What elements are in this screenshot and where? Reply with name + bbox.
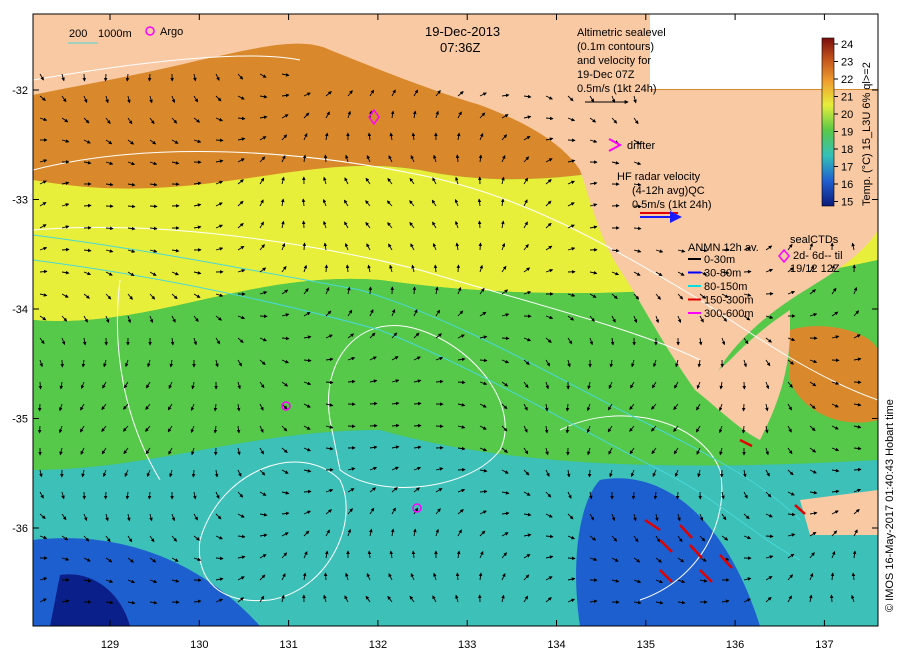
lon-tick-label: 133 xyxy=(458,639,476,651)
argo-legend-label: Argo xyxy=(160,26,183,38)
velocity-arrow xyxy=(478,242,483,251)
depth-200-label: 200 xyxy=(69,28,87,40)
hf-radar-line-1: HF radar velocity xyxy=(617,171,701,183)
colorbar-tick-label: 15 xyxy=(841,197,853,209)
lon-tick-label: 129 xyxy=(101,639,119,651)
velocity-arrow xyxy=(303,489,312,494)
hf-radar-line-2: (4-12h avg)QC xyxy=(632,185,705,197)
anmn-legend-label: 300-600m xyxy=(704,308,754,320)
velocity-arrow xyxy=(302,242,307,251)
depth-1000-label: 1000m xyxy=(98,28,132,40)
lat-tick-label: -33 xyxy=(12,195,28,207)
velocity-arrow xyxy=(853,467,862,472)
colorbar-tick-label: 16 xyxy=(841,179,853,191)
velocity-arrow xyxy=(147,73,152,82)
lon-tick-label: 136 xyxy=(726,639,744,651)
velocity-arrow xyxy=(83,203,92,208)
map-plot xyxy=(33,14,878,626)
velocity-arrow xyxy=(587,469,592,478)
colorbar-tick-label: 20 xyxy=(841,109,853,121)
anmn-legend-label: 150-300m xyxy=(704,295,754,307)
velocity-arrow xyxy=(675,491,680,500)
hf-radar-scale: 0.5m/s (1kt 24h) xyxy=(632,199,711,211)
velocity-arrow xyxy=(567,556,576,561)
velocity-arrow xyxy=(103,491,108,500)
velocity-arrow xyxy=(38,381,43,390)
anmn-legend-label: 80-150m xyxy=(704,281,747,293)
velocity-arrow xyxy=(477,220,482,229)
velocity-arrow xyxy=(741,403,746,412)
lon-tick-label: 130 xyxy=(190,639,208,651)
seal-ctd-title: sealCTDs xyxy=(790,234,839,246)
velocity-arrow xyxy=(324,264,329,273)
colorbar-tick-label: 17 xyxy=(841,162,853,174)
velocity-arrow xyxy=(501,336,510,341)
lon-tick-label: 134 xyxy=(547,639,565,651)
lat-tick-label: -32 xyxy=(12,85,28,97)
date-title: 19-Dec-2013 xyxy=(425,24,500,39)
velocity-arrow xyxy=(765,534,774,539)
velocity-arrow xyxy=(215,556,224,561)
altimetry-line-2: (0.1m contours) xyxy=(577,41,654,53)
colorbar-tick-label: 18 xyxy=(841,144,853,156)
colorbar-tick-label: 23 xyxy=(841,57,853,69)
velocity-arrow xyxy=(829,594,834,603)
velocity-arrow xyxy=(82,73,87,82)
lat-tick-label: -36 xyxy=(12,523,28,535)
altimetry-line-3: and velocity for xyxy=(577,55,651,67)
colorbar-label: Temp. (°C) 15_L3U 6% ql>=2 xyxy=(861,62,873,206)
velocity-arrow xyxy=(103,73,108,82)
velocity-arrow xyxy=(368,286,373,295)
altimetry-line-1: Altimetric sealevel xyxy=(577,27,666,39)
velocity-arrow xyxy=(301,220,306,229)
seal-ctd-date: 19/12 12Z xyxy=(790,263,840,275)
lon-tick-label: 135 xyxy=(637,639,655,651)
colorbar-tick-label: 22 xyxy=(841,74,853,86)
anmn-legend-label: 30-80m xyxy=(704,268,741,280)
credit-text: © IMOS 16-May-2017 01:40:43 Hobart time xyxy=(884,399,896,612)
colorbar xyxy=(821,37,835,207)
velocity-arrow xyxy=(37,425,42,434)
velocity-arrow xyxy=(412,286,417,295)
seal-ctd-range: 2d- 6d-- til xyxy=(793,250,843,262)
velocity-arrow xyxy=(413,401,422,406)
velocity-arrow xyxy=(149,204,158,209)
lat-tick-label: -35 xyxy=(12,414,28,426)
colorbar-tick-label: 21 xyxy=(841,92,853,104)
time-title: 07:36Z xyxy=(440,40,481,55)
velocity-arrow xyxy=(61,247,70,252)
velocity-arrow xyxy=(457,380,466,385)
lon-tick-label: 131 xyxy=(279,639,297,651)
altimetry-scale: 0.5m/s (1kt 24h) xyxy=(577,83,656,95)
velocity-arrow xyxy=(323,572,328,581)
lon-tick-label: 137 xyxy=(815,639,833,651)
sst-map: 129 130 131 132 133 134 135 136 137 -32 -33 -34 -35… xyxy=(12,13,896,651)
velocity-arrow xyxy=(413,423,422,428)
velocity-arrow xyxy=(456,264,461,273)
colorbar-tick-label: 24 xyxy=(841,39,853,51)
velocity-arrow xyxy=(215,138,224,143)
anmn-title: ANMN 12h av. xyxy=(688,242,759,254)
velocity-arrow xyxy=(105,226,114,231)
velocity-arrow xyxy=(369,401,378,406)
lat-tick-label: -34 xyxy=(12,304,28,316)
altimetry-line-4: 19-Dec 07Z xyxy=(577,69,635,81)
drifter-label: drifter xyxy=(627,140,655,152)
colorbar-tick-label: 19 xyxy=(841,127,853,139)
lon-tick-label: 132 xyxy=(369,639,387,651)
velocity-arrow xyxy=(743,269,752,274)
anmn-legend-label: 0-30m xyxy=(704,254,735,266)
